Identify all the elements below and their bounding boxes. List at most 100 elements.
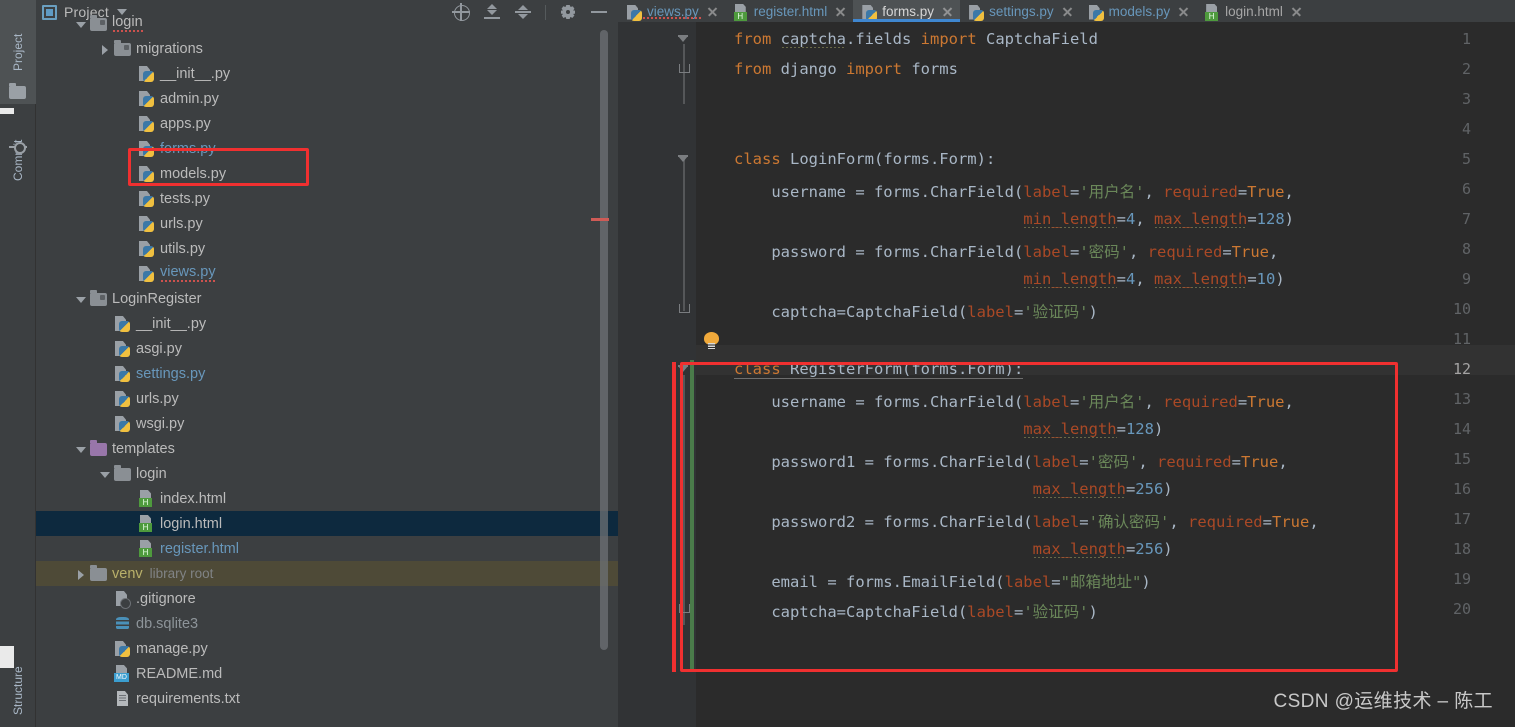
tree-item-urls-py[interactable]: urls.py: [36, 211, 618, 236]
editor-tab-label: forms.py: [882, 3, 935, 19]
tree-item-models-py[interactable]: models.py: [36, 161, 618, 186]
python-file-icon: [1088, 4, 1104, 21]
editor-tab-label: settings.py: [989, 3, 1054, 19]
editor-tab-settings-py[interactable]: settings.py: [960, 0, 1080, 22]
module-folder-icon: [90, 15, 107, 31]
chevron-right-icon[interactable]: [74, 567, 88, 581]
tree-item-label: wsgi.py: [136, 415, 185, 432]
code-editor[interactable]: 1 2 3 4 5 6 7 8 9 10 11 12 13 14 15 16 17 18 19 20 from cap…: [618, 22, 1515, 727]
tool-tab-commit[interactable]: Commit: [0, 112, 36, 208]
editor-tab-views-py[interactable]: views.py: [618, 0, 725, 22]
tree-item-label: urls.py: [136, 390, 179, 407]
tree-item-admin-py[interactable]: admin.py: [36, 86, 618, 111]
tree-item-wsgi-py[interactable]: wsgi.py: [36, 411, 618, 436]
tool-window-strip: Project Commit Structure: [0, 0, 36, 727]
chevron-down-icon[interactable]: [74, 17, 88, 31]
fold-toggle-icon[interactable]: [678, 155, 689, 166]
line-number: 5: [1461, 150, 1471, 168]
line-number: 17: [1452, 510, 1471, 528]
python-icon: [138, 140, 155, 157]
tree-item-requirements-txt[interactable]: requirements.txt: [36, 686, 618, 711]
tree-item-readme-md[interactable]: README.md: [36, 661, 618, 686]
chevron-down-icon[interactable]: [74, 292, 88, 306]
fold-guide-line: [683, 159, 685, 311]
editor-tab-forms-py[interactable]: forms.py: [853, 0, 961, 22]
tree-item-asgi-py[interactable]: asgi.py: [36, 336, 618, 361]
tree-item-index-html[interactable]: index.html: [36, 486, 618, 511]
line-number: 10: [1452, 300, 1471, 318]
code-line: from captcha.fields import CaptchaField: [734, 30, 1098, 48]
fold-end-icon[interactable]: [678, 304, 690, 315]
line-number: 13: [1452, 390, 1471, 408]
editor-tab-label: models.py: [1108, 3, 1171, 19]
lightbulb-icon[interactable]: [704, 332, 719, 349]
code-line: min_length=4, max_length=128): [1023, 210, 1294, 228]
tree-item-label: README.md: [136, 665, 223, 682]
tree-item-tests-py[interactable]: tests.py: [36, 186, 618, 211]
code-line: max_length=128): [1023, 420, 1164, 438]
tree-item-register-html[interactable]: register.html: [36, 536, 618, 561]
tree-item-loginregister[interactable]: LoginRegister: [36, 286, 618, 311]
fold-end-icon[interactable]: [678, 604, 690, 615]
chevron-down-icon[interactable]: [98, 467, 112, 481]
tree-item-settings-py[interactable]: settings.py: [36, 361, 618, 386]
editor-tab-bar[interactable]: views.py register.html forms.py settings.py…: [618, 0, 1515, 22]
python-icon: [138, 115, 155, 132]
tree-item--init-py[interactable]: __init__.py: [36, 61, 618, 86]
close-icon[interactable]: [1291, 6, 1302, 17]
close-icon[interactable]: [835, 6, 846, 17]
tree-item-manage-py[interactable]: manage.py: [36, 636, 618, 661]
tree-item-label: manage.py: [136, 640, 208, 657]
line-number: 12: [1452, 360, 1471, 378]
editor-tab-models-py[interactable]: models.py: [1080, 0, 1197, 22]
fold-toggle-icon[interactable]: [678, 35, 689, 46]
chevron-down-icon[interactable]: [74, 442, 88, 456]
html-file-icon: [1204, 4, 1219, 21]
tree-item-templates[interactable]: templates: [36, 436, 618, 461]
tree-item-login-html[interactable]: login.html: [36, 511, 618, 536]
editor-tab-login-html[interactable]: login.html: [1196, 0, 1309, 22]
tree-item--gitignore[interactable]: .gitignore: [36, 586, 618, 611]
close-icon[interactable]: [942, 6, 953, 17]
tree-item-apps-py[interactable]: apps.py: [36, 111, 618, 136]
tree-item-forms-py[interactable]: forms.py: [36, 136, 618, 161]
chevron-right-icon[interactable]: [98, 42, 112, 56]
close-icon[interactable]: [1178, 6, 1189, 17]
tree-item-urls-py[interactable]: urls.py: [36, 386, 618, 411]
tree-item-label: urls.py: [160, 215, 203, 232]
tree-item-views-py[interactable]: views.py: [36, 261, 618, 286]
project-tree-scrollbar[interactable]: [600, 30, 608, 650]
tree-item-login[interactable]: login: [36, 461, 618, 486]
close-icon[interactable]: [1062, 6, 1073, 17]
code-line: username = forms.CharField(label='用户名', …: [734, 183, 1294, 201]
tree-item-db-sqlite3[interactable]: db.sqlite3: [36, 611, 618, 636]
error-underline: [642, 16, 701, 19]
editor-tab-register-html[interactable]: register.html: [725, 0, 854, 22]
tree-item--init-py[interactable]: __init__.py: [36, 311, 618, 336]
tool-tab-structure[interactable]: Structure: [0, 655, 36, 727]
python-file-icon: [626, 4, 642, 21]
tree-item-label: admin.py: [160, 90, 219, 107]
close-icon[interactable]: [707, 6, 718, 17]
tree-item-migrations[interactable]: migrations: [36, 36, 618, 61]
tree-item-venv[interactable]: venv library root: [36, 561, 618, 586]
python-icon: [138, 240, 155, 257]
code-line: username = forms.CharField(label='用户名', …: [734, 393, 1294, 411]
line-number: 1: [1461, 30, 1471, 48]
tree-item-login[interactable]: login: [36, 11, 618, 36]
tree-item-label: __init__.py: [136, 315, 207, 332]
python-icon: [114, 415, 131, 432]
tree-item-utils-py[interactable]: utils.py: [36, 236, 618, 261]
vcs-change-marker[interactable]: [690, 360, 694, 672]
code-line: password = forms.CharField(label='密码', r…: [734, 243, 1279, 261]
python-icon: [138, 65, 155, 82]
fold-end-icon[interactable]: [678, 64, 690, 75]
fold-toggle-icon[interactable]: [678, 365, 689, 376]
project-tree[interactable]: login migrations __init__.py admin.py apps.p…: [36, 11, 618, 714]
